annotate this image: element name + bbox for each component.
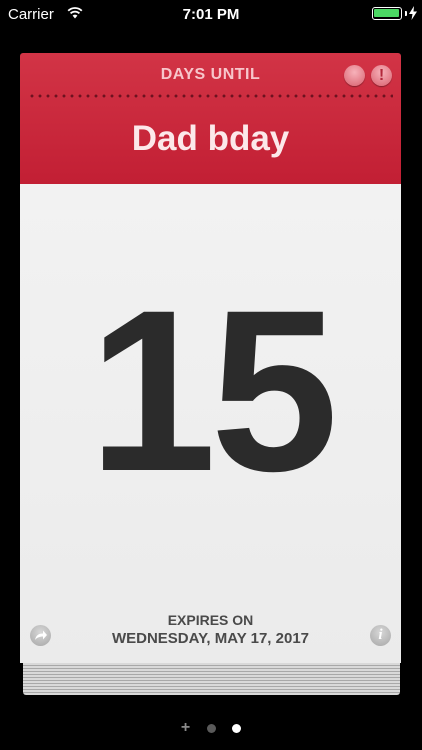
page-indicator: + (0, 719, 422, 736)
card-header: DAYS UNTIL ! Dad bday (20, 53, 401, 184)
info-icon[interactable]: i (370, 625, 391, 646)
page-stack (23, 663, 400, 695)
expires-label: EXPIRES ON (167, 612, 254, 628)
countdown-card: DAYS UNTIL ! Dad bday 15 EXPIRES ON WEDN… (20, 53, 401, 663)
days-count: 15 (88, 262, 339, 519)
charging-bolt-icon (409, 6, 417, 20)
battery-icon (372, 7, 402, 20)
perforation (28, 94, 393, 98)
battery-nub (405, 11, 407, 16)
page-dot-2[interactable] (232, 723, 242, 733)
battery-level (374, 9, 399, 17)
calendar-page: 15 EXPIRES ON WEDNESDAY, MAY 17, 2017 i (20, 184, 401, 663)
share-arrow-glyph (35, 630, 47, 640)
status-bar: Carrier 7:01 PM (0, 0, 422, 30)
expires-date: WEDNESDAY, MAY 17, 2017 (111, 630, 310, 647)
exclamation-icon[interactable]: ! (371, 65, 392, 86)
circle-button-icon[interactable] (344, 65, 365, 86)
add-page-icon[interactable]: + (181, 719, 190, 737)
event-name: Dad bday (131, 119, 290, 158)
share-arrow-icon[interactable] (30, 625, 51, 646)
clock: 7:01 PM (182, 6, 240, 23)
page-dot-1[interactable] (206, 723, 216, 733)
